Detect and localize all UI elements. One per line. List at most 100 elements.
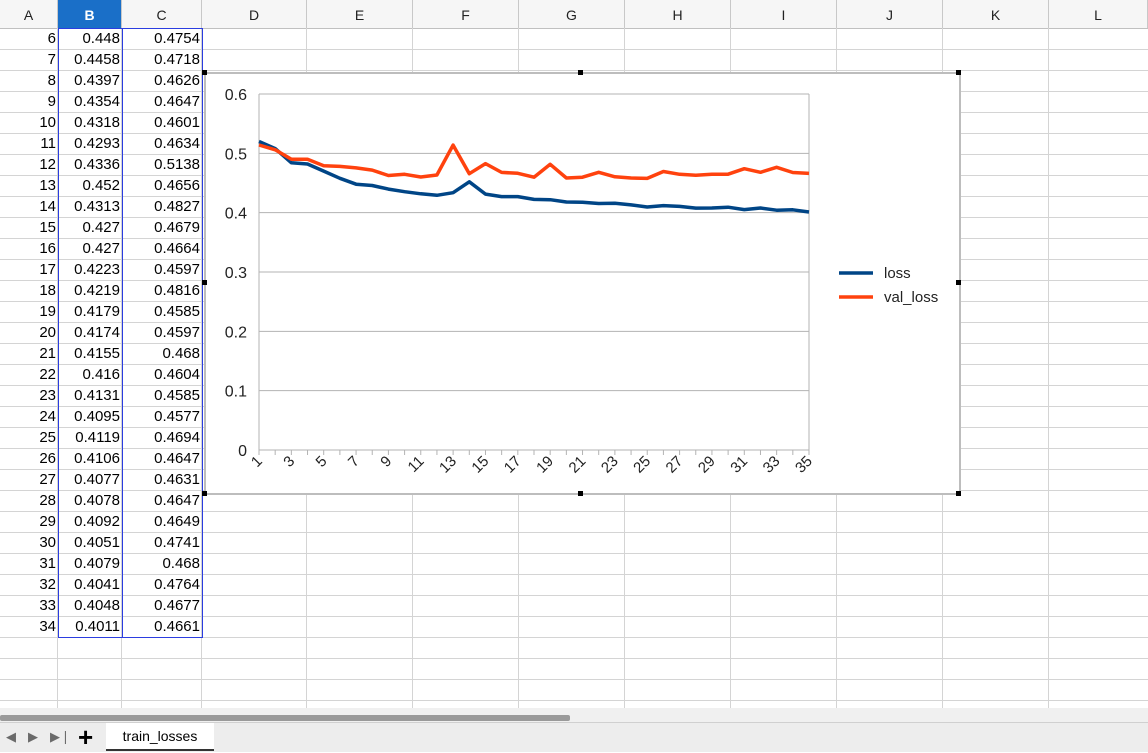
cell-val-loss[interactable]: 0.4656 <box>122 175 202 196</box>
resize-handle[interactable] <box>578 70 583 75</box>
x-tick-label: 31 <box>727 453 751 477</box>
column-header-i[interactable]: I <box>731 0 837 28</box>
column-header-g[interactable]: G <box>519 0 625 28</box>
cell-val-loss[interactable]: 0.4626 <box>122 70 202 91</box>
cell-loss[interactable]: 0.4077 <box>58 469 122 490</box>
cell-loss[interactable]: 0.4179 <box>58 301 122 322</box>
y-tick-label: 0.3 <box>225 265 247 282</box>
cell-val-loss[interactable]: 0.4649 <box>122 511 202 532</box>
cell-loss[interactable]: 0.4354 <box>58 91 122 112</box>
cell-loss[interactable]: 0.4131 <box>58 385 122 406</box>
row-number: 19 <box>39 303 56 320</box>
cell-val-loss[interactable]: 0.4816 <box>122 280 202 301</box>
cell-loss[interactable]: 0.4219 <box>58 280 122 301</box>
cell-val-loss[interactable]: 0.4585 <box>122 385 202 406</box>
cell-loss[interactable]: 0.4092 <box>58 511 122 532</box>
cell-loss[interactable]: 0.4155 <box>58 343 122 364</box>
cell-loss[interactable]: 0.4106 <box>58 448 122 469</box>
column-header-d[interactable]: D <box>202 0 307 28</box>
column-header-j[interactable]: J <box>837 0 943 28</box>
resize-handle[interactable] <box>202 280 207 285</box>
sheet-tab-bar: ◀ ▶ ▶❘ + train_losses <box>0 722 1148 752</box>
cell-loss[interactable]: 0.4293 <box>58 133 122 154</box>
cell-loss[interactable]: 0.4095 <box>58 406 122 427</box>
cell-val-loss[interactable]: 0.4661 <box>122 616 202 637</box>
next-sheet-icon[interactable]: ▶ <box>28 729 38 745</box>
resize-handle[interactable] <box>956 70 961 75</box>
cell-loss[interactable]: 0.4011 <box>58 616 122 637</box>
cell-loss[interactable]: 0.4223 <box>58 259 122 280</box>
cell-loss[interactable]: 0.4174 <box>58 322 122 343</box>
first-sheet-icon[interactable]: ◀ <box>6 729 16 745</box>
x-tick-label: 7 <box>345 453 363 471</box>
cell-loss[interactable]: 0.4119 <box>58 427 122 448</box>
cell-val-loss[interactable]: 0.468 <box>122 343 202 364</box>
cell-val-loss[interactable]: 0.4827 <box>122 196 202 217</box>
add-sheet-button[interactable]: + <box>78 722 93 753</box>
cell-loss[interactable]: 0.452 <box>58 175 122 196</box>
cell-loss[interactable]: 0.448 <box>58 28 122 49</box>
cell-val-loss[interactable]: 0.468 <box>122 553 202 574</box>
cell-loss[interactable]: 0.4336 <box>58 154 122 175</box>
row-number: 11 <box>40 135 56 152</box>
cell-val-loss[interactable]: 0.4631 <box>122 469 202 490</box>
cell-val-loss[interactable]: 0.4601 <box>122 112 202 133</box>
chart-object[interactable]: 0 0.1 0.2 0.3 0.4 0.5 0.6 1 3 5 7 9 11 13 15 17 19 21 23 25… <box>204 72 961 495</box>
resize-handle[interactable] <box>956 491 961 496</box>
column-header-e[interactable]: E <box>307 0 413 28</box>
cell-loss[interactable]: 0.4318 <box>58 112 122 133</box>
resize-handle[interactable] <box>202 70 207 75</box>
cell-loss[interactable]: 0.4051 <box>58 532 122 553</box>
cell-val-loss[interactable]: 0.4754 <box>122 28 202 49</box>
cell-val-loss[interactable]: 0.4577 <box>122 406 202 427</box>
cell-loss[interactable]: 0.427 <box>58 238 122 259</box>
column-header-h[interactable]: H <box>625 0 731 28</box>
row-number: 26 <box>39 450 56 467</box>
row-number: 22 <box>39 366 56 383</box>
resize-handle[interactable] <box>578 491 583 496</box>
horizontal-scrollbar-thumb[interactable] <box>0 715 570 721</box>
x-tick-label: 9 <box>377 453 395 471</box>
cell-loss[interactable]: 0.4079 <box>58 553 122 574</box>
cell-val-loss[interactable]: 0.4597 <box>122 322 202 343</box>
cell-val-loss[interactable]: 0.4664 <box>122 238 202 259</box>
cell-loss[interactable]: 0.416 <box>58 364 122 385</box>
cell-val-loss[interactable]: 0.4597 <box>122 259 202 280</box>
cell-val-loss[interactable]: 0.4677 <box>122 595 202 616</box>
column-header-l[interactable]: L <box>1049 0 1148 28</box>
cell-loss[interactable]: 0.4458 <box>58 49 122 70</box>
column-header-row: ABCDEFGHIJKL <box>0 0 1148 29</box>
column-header-c[interactable]: C <box>122 0 202 28</box>
cell-loss[interactable]: 0.4078 <box>58 490 122 511</box>
y-tick-label: 0.2 <box>225 324 247 341</box>
row-number: 14 <box>39 198 56 215</box>
resize-handle[interactable] <box>956 280 961 285</box>
cell-val-loss[interactable]: 0.4741 <box>122 532 202 553</box>
cell-val-loss[interactable]: 0.4694 <box>122 427 202 448</box>
column-header-a[interactable]: A <box>0 0 58 28</box>
x-tick-label: 19 <box>533 453 557 477</box>
cell-val-loss[interactable]: 0.5138 <box>122 154 202 175</box>
sheet-tab-train-losses[interactable]: train_losses <box>106 723 214 751</box>
cell-val-loss[interactable]: 0.4647 <box>122 91 202 112</box>
last-sheet-icon[interactable]: ▶❘ <box>50 729 71 745</box>
x-tick-label: 35 <box>792 453 816 477</box>
cell-val-loss[interactable]: 0.4647 <box>122 490 202 511</box>
column-header-b[interactable]: B <box>58 0 122 28</box>
cell-loss[interactable]: 0.4041 <box>58 574 122 595</box>
column-header-f[interactable]: F <box>413 0 519 28</box>
cell-val-loss[interactable]: 0.4718 <box>122 49 202 70</box>
cell-loss[interactable]: 0.4313 <box>58 196 122 217</box>
cell-loss[interactable]: 0.4397 <box>58 70 122 91</box>
cell-val-loss[interactable]: 0.4679 <box>122 217 202 238</box>
cell-val-loss[interactable]: 0.4634 <box>122 133 202 154</box>
column-header-k[interactable]: K <box>943 0 1049 28</box>
cell-val-loss[interactable]: 0.4764 <box>122 574 202 595</box>
cell-loss[interactable]: 0.4048 <box>58 595 122 616</box>
cell-loss[interactable]: 0.427 <box>58 217 122 238</box>
cell-val-loss[interactable]: 0.4604 <box>122 364 202 385</box>
row-number: 17 <box>39 261 56 278</box>
resize-handle[interactable] <box>202 491 207 496</box>
cell-val-loss[interactable]: 0.4647 <box>122 448 202 469</box>
cell-val-loss[interactable]: 0.4585 <box>122 301 202 322</box>
